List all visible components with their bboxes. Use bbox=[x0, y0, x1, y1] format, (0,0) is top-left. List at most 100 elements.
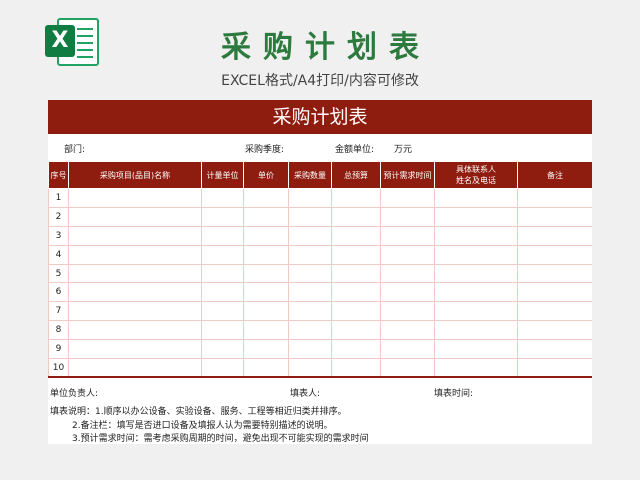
table-cell[interactable] bbox=[243, 358, 289, 379]
table-cell[interactable] bbox=[517, 263, 592, 284]
table-cell[interactable] bbox=[380, 301, 435, 322]
column-header: 预计需求时间 bbox=[380, 161, 435, 189]
table-cell[interactable] bbox=[517, 225, 592, 246]
table-cell[interactable] bbox=[517, 188, 592, 208]
table-cell[interactable] bbox=[288, 225, 332, 246]
row-number-cell[interactable]: 9 bbox=[48, 339, 69, 360]
table-cell[interactable] bbox=[434, 301, 518, 322]
table-cell[interactable] bbox=[243, 282, 289, 303]
row-number-cell[interactable]: 1 bbox=[48, 188, 69, 208]
table-cell[interactable] bbox=[331, 358, 381, 379]
table-cell[interactable] bbox=[380, 358, 435, 379]
table-cell[interactable] bbox=[331, 206, 381, 227]
table-cell[interactable] bbox=[434, 358, 518, 379]
table-cell[interactable] bbox=[68, 188, 202, 208]
table-cell[interactable] bbox=[288, 358, 332, 379]
row-number-cell[interactable]: 2 bbox=[48, 206, 69, 227]
table-cell[interactable] bbox=[243, 188, 289, 208]
table-cell[interactable] bbox=[434, 206, 518, 227]
row-number-cell[interactable]: 7 bbox=[48, 301, 69, 322]
table-cell[interactable] bbox=[201, 188, 244, 208]
table-cell[interactable] bbox=[201, 225, 244, 246]
table-cell[interactable] bbox=[517, 206, 592, 227]
table-cell[interactable] bbox=[68, 206, 202, 227]
table-cell[interactable] bbox=[288, 320, 332, 341]
table-cell[interactable] bbox=[517, 244, 592, 265]
table-cell[interactable] bbox=[380, 188, 435, 208]
table-cell[interactable] bbox=[243, 263, 289, 284]
table-cell[interactable] bbox=[201, 263, 244, 284]
spreadsheet-preview: 采购计划表 部门: 采购季度: 金额单位: 万元 序号 采购项目(品目)名称 计量单… bbox=[48, 100, 592, 444]
table-cell[interactable] bbox=[68, 225, 202, 246]
table-cell[interactable] bbox=[517, 339, 592, 360]
table-cell[interactable] bbox=[288, 188, 332, 208]
note-line-3: 3.预计需求时间：需考虑采购周期的时间，避免出现不可能实现的需求时间 bbox=[72, 434, 369, 444]
table-cell[interactable] bbox=[331, 263, 381, 284]
table-cell[interactable] bbox=[288, 339, 332, 360]
table-cell[interactable] bbox=[517, 301, 592, 322]
table-row: 10 bbox=[48, 358, 592, 379]
table-cell[interactable] bbox=[331, 320, 381, 341]
table-cell[interactable] bbox=[434, 282, 518, 303]
table-cell[interactable] bbox=[243, 244, 289, 265]
table-cell[interactable] bbox=[380, 282, 435, 303]
table-cell[interactable] bbox=[288, 244, 332, 265]
responsible-label: 单位负责人: bbox=[50, 389, 99, 399]
table-cell[interactable] bbox=[68, 339, 202, 360]
table-cell[interactable] bbox=[434, 263, 518, 284]
table-cell[interactable] bbox=[68, 320, 202, 341]
table-cell[interactable] bbox=[434, 320, 518, 341]
row-number-cell[interactable]: 8 bbox=[48, 320, 69, 341]
table-cell[interactable] bbox=[201, 320, 244, 341]
table-cell[interactable] bbox=[288, 263, 332, 284]
table-cell[interactable] bbox=[201, 339, 244, 360]
table-cell[interactable] bbox=[68, 244, 202, 265]
table-cell[interactable] bbox=[380, 225, 435, 246]
table-cell[interactable] bbox=[288, 206, 332, 227]
table-cell[interactable] bbox=[201, 358, 244, 379]
table-cell[interactable] bbox=[434, 244, 518, 265]
amount-unit-value: 万元 bbox=[394, 145, 413, 155]
row-number-cell[interactable]: 3 bbox=[48, 225, 69, 246]
table-cell[interactable] bbox=[517, 282, 592, 303]
table-cell[interactable] bbox=[434, 339, 518, 360]
table-row: 3 bbox=[48, 225, 592, 246]
table-cell[interactable] bbox=[201, 282, 244, 303]
table-cell[interactable] bbox=[201, 301, 244, 322]
row-number-cell[interactable]: 5 bbox=[48, 263, 69, 284]
table-cell[interactable] bbox=[331, 301, 381, 322]
table-cell[interactable] bbox=[434, 225, 518, 246]
table-cell[interactable] bbox=[243, 301, 289, 322]
table-row: 5 bbox=[48, 263, 592, 284]
table-cell[interactable] bbox=[517, 358, 592, 379]
table-cell[interactable] bbox=[288, 301, 332, 322]
table-cell[interactable] bbox=[201, 206, 244, 227]
row-number-cell[interactable]: 4 bbox=[48, 244, 69, 265]
table-cell[interactable] bbox=[331, 244, 381, 265]
table-cell[interactable] bbox=[380, 320, 435, 341]
table-cell[interactable] bbox=[434, 188, 518, 208]
table-cell[interactable] bbox=[517, 320, 592, 341]
table-cell[interactable] bbox=[68, 358, 202, 379]
table-cell[interactable] bbox=[288, 282, 332, 303]
table-cell[interactable] bbox=[68, 282, 202, 303]
table-cell[interactable] bbox=[331, 225, 381, 246]
table-cell[interactable] bbox=[331, 339, 381, 360]
column-header: 总预算 bbox=[331, 161, 381, 189]
table-cell[interactable] bbox=[243, 320, 289, 341]
table-cell[interactable] bbox=[68, 263, 202, 284]
table-cell[interactable] bbox=[201, 244, 244, 265]
table-cell[interactable] bbox=[243, 225, 289, 246]
row-number-cell[interactable]: 6 bbox=[48, 282, 69, 303]
season-label: 采购季度: bbox=[245, 145, 285, 155]
table-cell[interactable] bbox=[331, 188, 381, 208]
table-cell[interactable] bbox=[331, 282, 381, 303]
table-cell[interactable] bbox=[380, 263, 435, 284]
table-cell[interactable] bbox=[68, 301, 202, 322]
table-cell[interactable] bbox=[380, 244, 435, 265]
table-cell[interactable] bbox=[243, 339, 289, 360]
table-cell[interactable] bbox=[243, 206, 289, 227]
row-number-cell[interactable]: 10 bbox=[48, 358, 69, 379]
table-cell[interactable] bbox=[380, 339, 435, 360]
table-cell[interactable] bbox=[380, 206, 435, 227]
